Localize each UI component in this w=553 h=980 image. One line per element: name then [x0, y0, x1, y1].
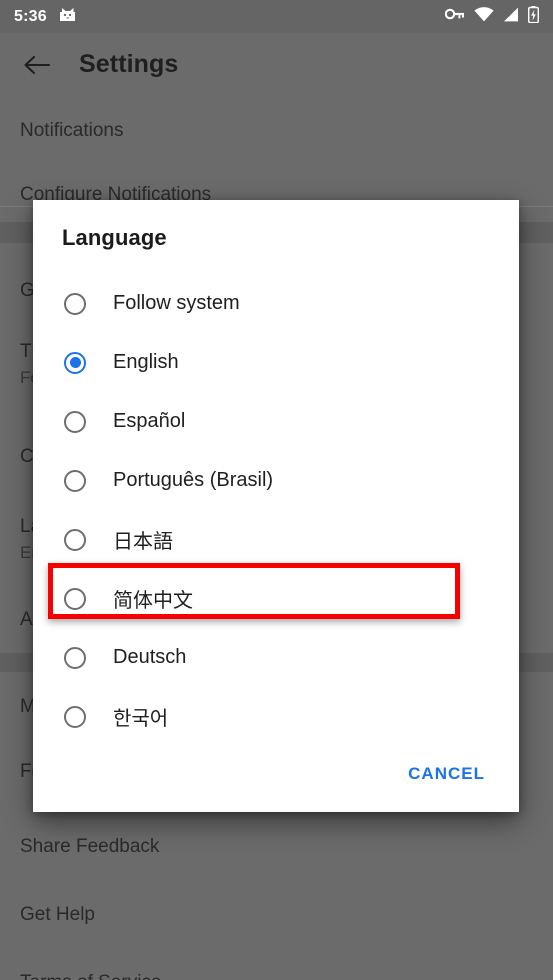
status-bar-right: [444, 5, 540, 28]
cancel-button[interactable]: CANCEL: [404, 758, 489, 790]
language-option-5[interactable]: 简体中文: [33, 569, 519, 628]
language-option-label: 简体中文: [113, 588, 193, 612]
language-option-7[interactable]: 한국어: [33, 687, 519, 746]
cell-signal-icon: [503, 7, 519, 27]
radio-unchecked-icon[interactable]: [64, 587, 86, 610]
radio-unchecked-icon[interactable]: [64, 705, 86, 728]
radio-unchecked-icon[interactable]: [64, 292, 86, 315]
vpn-key-icon: [444, 7, 465, 26]
language-option-label: Português (Brasil): [113, 469, 274, 491]
language-option-label: English: [113, 351, 179, 373]
list-item[interactable]: Get Help: [20, 904, 533, 926]
language-option-label: Deutsch: [113, 646, 187, 668]
list-item[interactable]: Terms of Service: [20, 972, 533, 980]
language-option-label: 日本語: [113, 529, 173, 553]
language-option-0[interactable]: Follow system: [33, 274, 519, 333]
language-option-6[interactable]: Deutsch: [33, 628, 519, 687]
list-item[interactable]: Share Feedback: [20, 836, 533, 858]
radio-unchecked-icon[interactable]: [64, 528, 86, 551]
app-bar: Settings: [0, 33, 553, 96]
language-option-3[interactable]: Português (Brasil): [33, 451, 519, 510]
page-title: Settings: [79, 50, 179, 78]
radio-unchecked-icon[interactable]: [64, 469, 86, 492]
language-option-list: Follow system English Español Português (Br…: [33, 274, 519, 746]
dialog-title: Language: [62, 225, 167, 250]
list-item[interactable]: Notifications: [20, 120, 533, 142]
language-option-1[interactable]: English: [33, 333, 519, 392]
language-dialog: Language Follow system English Español Port…: [33, 200, 519, 812]
back-arrow-icon[interactable]: [20, 48, 54, 82]
language-option-label: Español: [113, 410, 186, 432]
language-option-label: 한국어: [113, 706, 169, 730]
radio-unchecked-icon[interactable]: [64, 410, 86, 433]
battery-charging-icon: [527, 5, 540, 28]
status-bar-left: 5:36: [14, 6, 76, 27]
language-option-label: Follow system: [113, 292, 240, 314]
wifi-icon: [474, 6, 494, 27]
radio-unchecked-icon[interactable]: [64, 646, 86, 669]
radio-checked-icon[interactable]: [64, 351, 86, 374]
cat-notification-icon: [59, 6, 76, 27]
status-bar: 5:36: [0, 0, 553, 33]
status-bar-clock: 5:36: [14, 7, 47, 25]
language-option-2[interactable]: Español: [33, 392, 519, 451]
language-option-4[interactable]: 日本語: [33, 510, 519, 569]
phone-screen: 5:36 Settings Notifications Configure No…: [0, 0, 553, 980]
